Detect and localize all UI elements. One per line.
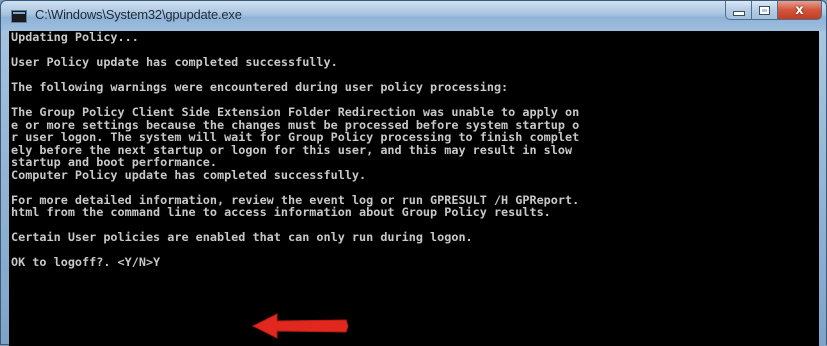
console-line: startup and boot performance. [11,155,217,169]
console-text: Updating Policy... User Policy update ha… [11,31,579,269]
console-window: C:\Windows\System32\gpupdate.exe x Updat… [0,0,827,346]
console-line: Updating Policy... [11,31,139,44]
close-button[interactable]: x [778,1,822,20]
console-line: User Policy update has completed success… [11,55,338,69]
console-app-icon[interactable] [11,10,27,23]
window-frame-right [819,31,826,346]
console-line: html from the command line to access inf… [11,205,551,219]
minimize-icon [732,10,745,16]
maximize-button[interactable] [752,1,778,20]
red-arrow-shape [251,313,349,339]
window-controls: x [725,1,822,21]
console-line: The following warnings were encountered … [11,80,509,94]
red-arrow-icon [251,313,349,339]
title-bar[interactable]: C:\Windows\System32\gpupdate.exe x [1,1,826,31]
maximize-icon [759,5,770,15]
minimize-button[interactable] [725,1,752,20]
console-line: r user logon. The system will wait for G… [11,130,580,144]
console-line: OK to logoff?. <Y/N>Y [11,255,161,269]
console-line: The Group Policy Client Side Extension F… [11,105,580,119]
console-output[interactable]: Updating Policy... User Policy update ha… [9,31,821,346]
window-title: C:\Windows\System32\gpupdate.exe [35,7,242,22]
close-icon: x [795,2,804,18]
console-line: Certain User policies are enabled that c… [11,230,473,244]
console-line: Computer Policy update has completed suc… [11,167,367,182]
